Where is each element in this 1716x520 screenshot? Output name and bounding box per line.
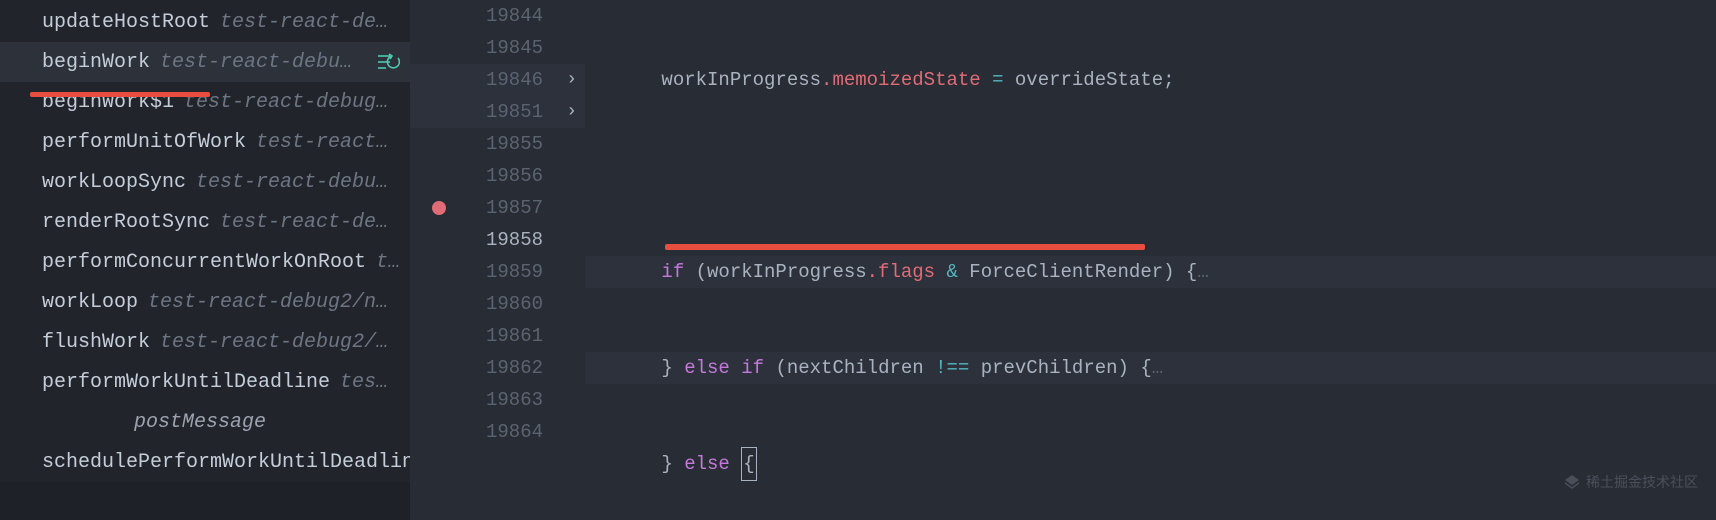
code-line[interactable]: } else {	[593, 448, 1716, 480]
callstack-src: test-react-de…	[220, 11, 400, 34]
callstack-src: t…	[376, 251, 400, 274]
watermark: 稀土掘金技术社区	[1564, 466, 1698, 498]
callstack-item[interactable]: beginWork$1 test-react-debug…	[0, 82, 410, 122]
code-line[interactable]: workInProgress.memoizedState = overrideS…	[593, 64, 1716, 96]
callstack-fn: updateHostRoot	[42, 11, 210, 34]
callstack-src: test-react-de…	[220, 211, 400, 234]
line-number[interactable]: 19859	[410, 256, 585, 288]
call-stack-panel: updateHostRoot test-react-de… beginWork …	[0, 0, 410, 482]
callstack-item[interactable]: updateHostRoot test-react-de…	[0, 2, 410, 42]
callstack-item[interactable]: flushWork test-react-debug2/…	[0, 322, 410, 362]
callstack-fn: workLoop	[42, 291, 138, 314]
line-number[interactable]: 19861	[410, 320, 585, 352]
callstack-item[interactable]: renderRootSync test-react-de…	[0, 202, 410, 242]
annotation-underline	[30, 92, 210, 97]
line-number[interactable]: 19855	[410, 128, 585, 160]
callstack-item[interactable]: postMessage	[0, 402, 410, 442]
line-number[interactable]: 19860	[410, 288, 585, 320]
callstack-fn: performConcurrentWorkOnRoot	[42, 251, 366, 274]
line-number[interactable]: 19864	[410, 416, 585, 448]
callstack-fn: schedulePerformWorkUntilDeadline	[42, 451, 410, 474]
line-number-active[interactable]: 19858	[410, 224, 585, 256]
callstack-src: test-react-debug2/…	[160, 331, 400, 354]
annotation-underline	[665, 244, 1145, 250]
callstack-item[interactable]: performWorkUntilDeadline tes…	[0, 362, 410, 402]
code-line[interactable]: if (workInProgress.flags & ForceClientRe…	[593, 256, 1716, 288]
line-number[interactable]: 19851›	[410, 96, 585, 128]
line-number-gutter: 19844 19845 19846› 19851› 19855 19856 19…	[410, 0, 585, 520]
code-editor[interactable]: workInProgress.memoizedState = overrideS…	[585, 0, 1716, 520]
breakpoint-icon[interactable]	[432, 201, 446, 215]
callstack-src: test-react…	[256, 131, 400, 154]
callstack-fn: beginWork	[42, 51, 150, 74]
callstack-fn: postMessage	[134, 411, 266, 434]
callstack-item[interactable]: performConcurrentWorkOnRoot t…	[0, 242, 410, 282]
line-number[interactable]: 19845	[410, 32, 585, 64]
fold-icon[interactable]: ›	[566, 70, 577, 90]
callstack-item-selected[interactable]: beginWork test-react-debu…	[0, 42, 410, 82]
callstack-src: test-react-debug2/n…	[148, 291, 400, 314]
watermark-text: 稀土掘金技术社区	[1586, 466, 1698, 498]
callstack-fn: performUnitOfWork	[42, 131, 246, 154]
line-number[interactable]: 19846›	[410, 64, 585, 96]
callstack-fn: performWorkUntilDeadline	[42, 371, 330, 394]
callstack-fn: renderRootSync	[42, 211, 210, 234]
callstack-item[interactable]: workLoopSync test-react-debu…	[0, 162, 410, 202]
code-line[interactable]: } else if (nextChildren !== prevChildren…	[593, 352, 1716, 384]
callstack-src: tes…	[340, 371, 400, 394]
callstack-item[interactable]: schedulePerformWorkUntilDeadline	[0, 442, 410, 482]
callstack-src: test-react-debu…	[196, 171, 400, 194]
fold-icon[interactable]: ›	[566, 102, 577, 122]
cursor-box: {	[741, 447, 756, 481]
callstack-item[interactable]: workLoop test-react-debug2/n…	[0, 282, 410, 322]
line-number[interactable]: 19862	[410, 352, 585, 384]
callstack-src: test-react-debug…	[184, 91, 400, 114]
callstack-src: test-react-debu…	[160, 51, 376, 74]
restart-frame-icon[interactable]	[376, 52, 400, 72]
line-number[interactable]: 19844	[410, 0, 585, 32]
callstack-fn: workLoopSync	[42, 171, 186, 194]
line-number[interactable]: 19857	[410, 192, 585, 224]
line-number[interactable]: 19856	[410, 160, 585, 192]
line-number[interactable]: 19863	[410, 384, 585, 416]
callstack-item[interactable]: performUnitOfWork test-react…	[0, 122, 410, 162]
code-line[interactable]	[593, 160, 1716, 192]
callstack-fn: flushWork	[42, 331, 150, 354]
